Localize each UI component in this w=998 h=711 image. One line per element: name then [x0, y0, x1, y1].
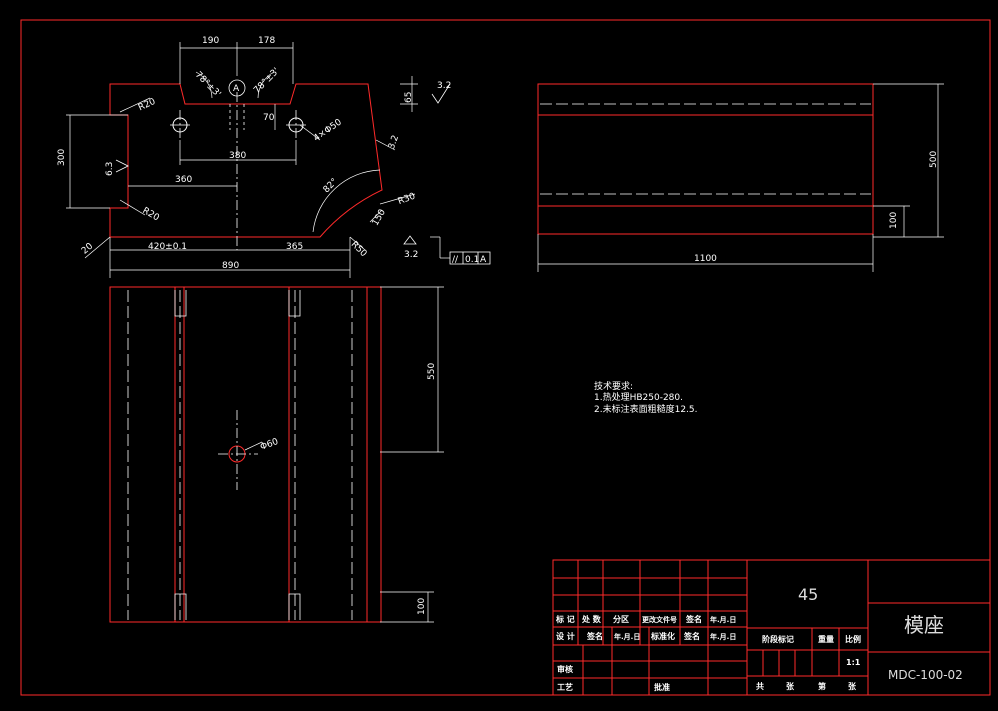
tb-sign: 签名 [685, 614, 702, 624]
dim-190: 190 [202, 36, 219, 46]
dim-500: 500 [929, 151, 939, 168]
datum-label: A [233, 84, 240, 94]
technical-notes: 技术要求: 1.热处理HB250-280. 2.未标注表面粗糙度12.5. [594, 380, 698, 415]
dim-r50: R50 [349, 240, 369, 260]
roughness-3-2-bottom: 3.2 [404, 250, 418, 260]
dim-angle-left: 78°±3' [193, 70, 222, 99]
tb-sheet-unit: 张 [786, 682, 795, 691]
dim-r30: R30 [397, 192, 417, 208]
dim-r20-top: R20 [137, 97, 158, 114]
dim-holes: 4×Φ50 [312, 117, 344, 144]
dim-20: 20 [80, 241, 95, 256]
side-view: 500 100 1100 [537, 83, 944, 272]
side-view-outline [537, 83, 874, 235]
top-view: 550 Φ60 100 [109, 286, 444, 623]
tb-scale-label: 比例 [845, 634, 861, 644]
notes-line-2: 2.未标注表面粗糙度12.5. [594, 403, 698, 415]
tb-approve: 批准 [654, 682, 670, 692]
dim-550: 550 [427, 363, 437, 380]
dim-420: 420±0.1 [148, 242, 187, 252]
dim-365: 365 [286, 242, 303, 252]
tb-date2: 年.月.日 [614, 632, 640, 641]
material-value: 45 [798, 585, 818, 604]
tb-design: 设 计 [556, 631, 575, 641]
tb-change-doc: 更改文件号 [642, 615, 677, 624]
roughness-6-3: 6.3 [105, 162, 115, 176]
dim-100-top: 100 [417, 598, 427, 615]
scale-value: 1:1 [846, 658, 861, 667]
drawing-canvas: 190 178 78°±3' 78°±3' A 65 3.2 R20 70 38… [20, 19, 991, 696]
tb-stage-mark: 阶段标记 [762, 634, 794, 644]
dim-phi60: Φ60 [259, 437, 280, 453]
dim-82: 82° [322, 177, 340, 195]
tb-sheet: 第 [818, 681, 826, 691]
dim-380: 380 [229, 151, 246, 161]
dim-r20-bottom: R20 [140, 206, 161, 224]
dim-65: 65 [404, 92, 414, 103]
tb-mark: 标 记 [555, 614, 575, 624]
dim-300: 300 [57, 149, 67, 166]
fcf-datum: A [480, 255, 487, 265]
roughness-3-2-top: 3.2 [437, 81, 451, 91]
top-view-outline [109, 286, 382, 623]
tb-date3: 年.月.日 [710, 632, 736, 641]
fcf-value: 0.1 [465, 255, 479, 265]
dim-100-side: 100 [889, 212, 899, 229]
notes-title: 技术要求: [594, 380, 633, 392]
tb-sign2: 签名 [586, 631, 603, 641]
tb-zone: 分区 [613, 614, 629, 624]
dim-150: 150 [371, 208, 388, 228]
roughness-3-2-slope: 3.2 [387, 134, 401, 151]
drawing-number: MDC-100-02 [888, 668, 963, 682]
tb-process: 工艺 [557, 682, 573, 692]
front-view: 190 178 78°±3' 78°±3' A 65 3.2 R20 70 38… [57, 36, 491, 278]
drawing-border [20, 19, 991, 696]
tb-review: 审核 [557, 664, 573, 674]
dim-70: 70 [263, 113, 275, 123]
tb-count: 处 数 [581, 614, 602, 624]
dim-angle-right: 78°±3' [252, 66, 281, 95]
part-name: 模座 [904, 613, 944, 637]
tb-weight: 重量 [818, 634, 834, 644]
dim-890: 890 [222, 261, 239, 271]
tb-sheet-unit2: 张 [848, 682, 857, 691]
dim-178: 178 [258, 36, 275, 46]
fcf-symbol: // [452, 255, 459, 265]
dim-360: 360 [175, 175, 192, 185]
tb-total: 共 [756, 681, 764, 691]
tb-std: 标准化 [650, 631, 675, 641]
notes-line-1: 1.热处理HB250-280. [594, 391, 683, 403]
dim-1100: 1100 [694, 254, 717, 264]
tb-date: 年.月.日 [710, 615, 736, 624]
tb-sign3: 签名 [683, 631, 700, 641]
